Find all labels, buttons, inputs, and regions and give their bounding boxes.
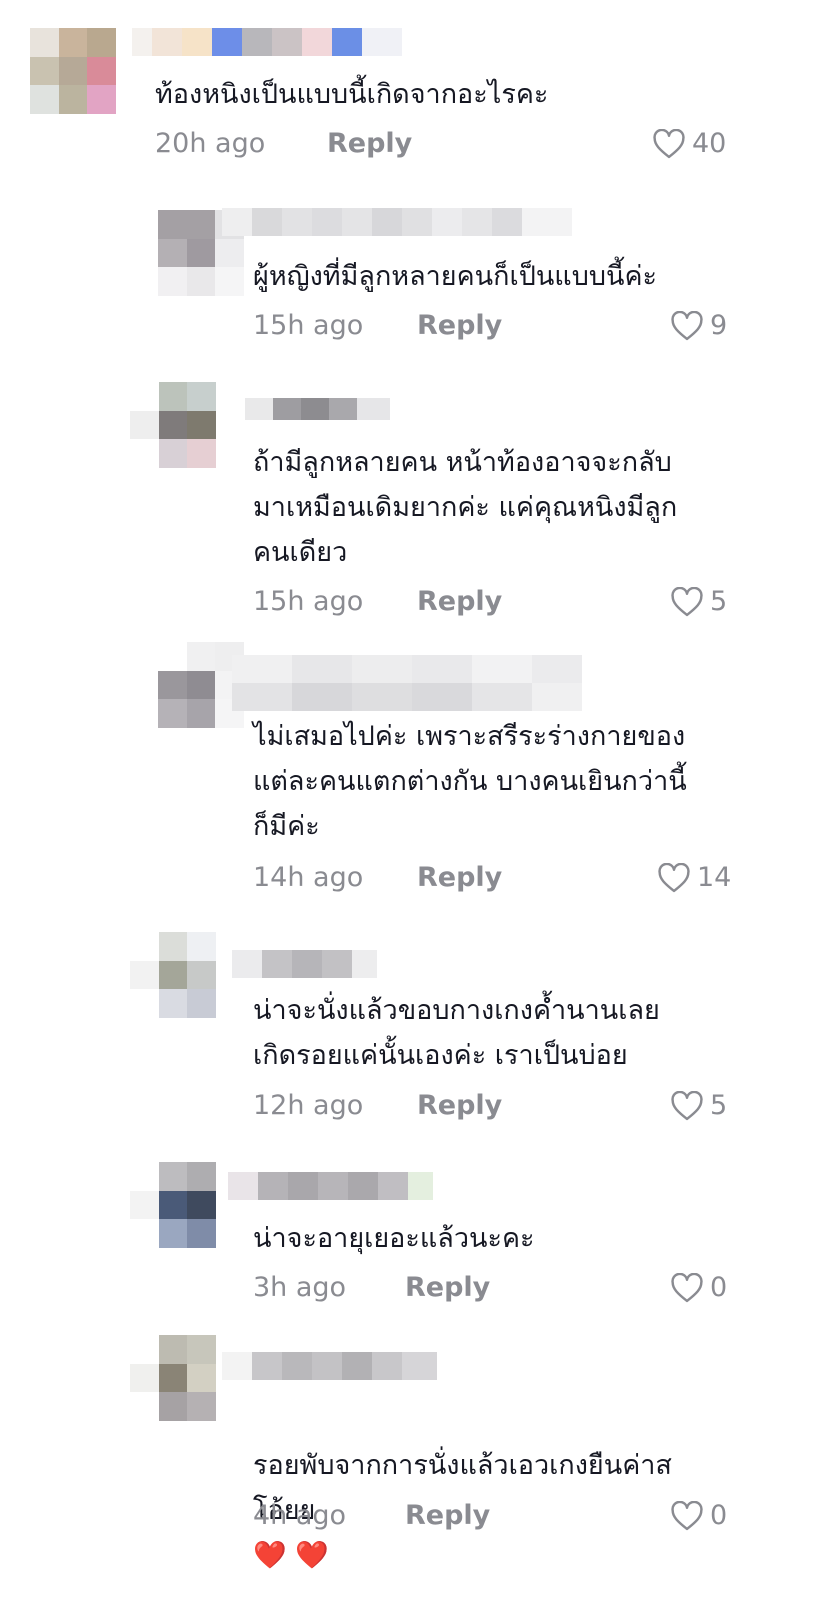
like-count: 0 [710, 1500, 728, 1531]
heart-outline-icon [653, 128, 685, 158]
comment-meta: 3h ago Reply 0 [253, 1272, 743, 1308]
heart-outline-icon [658, 862, 690, 892]
reply-button[interactable]: Reply [417, 310, 502, 341]
username[interactable] [232, 655, 582, 711]
like-button[interactable]: 0 [670, 1272, 727, 1303]
comment-meta: 20h ago Reply 40 [155, 128, 745, 164]
username[interactable] [222, 1352, 457, 1380]
heart-outline-icon [671, 310, 703, 340]
like-count: 0 [710, 1272, 728, 1303]
like-button[interactable]: 5 [670, 1090, 727, 1121]
comment-text: น่าจะนั่งแล้วขอบกางเกงค้ำนานเลย เกิดรอยแ… [253, 995, 660, 1071]
heart-outline-icon [671, 1500, 703, 1530]
comment-text: ไม่เสมอไปค่ะ เพราะสรีระร่างกายของ แต่ละค… [253, 721, 687, 842]
comment-meta: 15h ago Reply 9 [253, 310, 743, 346]
comment-time: 20h ago [155, 128, 266, 159]
avatar[interactable] [130, 932, 216, 1018]
heart-outline-icon [671, 1090, 703, 1120]
comment-time: 14h ago [253, 862, 364, 893]
avatar[interactable] [30, 28, 116, 114]
reply-button[interactable]: Reply [417, 862, 502, 893]
reply-button[interactable]: Reply [417, 1090, 502, 1121]
reply-button[interactable]: Reply [405, 1272, 490, 1303]
avatar[interactable] [130, 1335, 216, 1421]
like-button[interactable]: 14 [657, 862, 731, 893]
like-count: 40 [692, 128, 727, 159]
like-button[interactable]: 40 [652, 128, 726, 159]
comment-time: 4h ago [253, 1500, 347, 1531]
comment-text: รอยพับจากการนั่งแล้วเอวเกงยืนค่าส โอ้ยย … [253, 1398, 672, 1578]
comment-text: น่าจะอายุเยอะแล้วนะคะ [253, 1223, 535, 1254]
like-button[interactable]: 9 [670, 310, 727, 341]
like-count: 14 [697, 862, 732, 893]
username[interactable] [132, 28, 402, 56]
like-count: 9 [710, 310, 728, 341]
comment-time: 12h ago [253, 1090, 364, 1121]
comment-time: 15h ago [253, 310, 364, 341]
username[interactable] [228, 1172, 433, 1200]
comment-meta: 14h ago Reply 14 [253, 862, 743, 898]
heart-outline-icon [671, 586, 703, 616]
comment-meta: 4h ago Reply 0 [253, 1500, 743, 1536]
like-button[interactable]: 5 [670, 586, 727, 617]
comment-meta: 15h ago Reply 5 [253, 586, 743, 622]
comment-meta: 12h ago Reply 5 [253, 1090, 743, 1126]
comment-text: ผู้หญิงที่มีลูกหลายคนก็เป็นแบบนี้ค่ะ [253, 261, 658, 292]
like-count: 5 [710, 1090, 728, 1121]
avatar[interactable] [130, 382, 216, 468]
heart-outline-icon [671, 1272, 703, 1302]
comment-time: 3h ago [253, 1272, 347, 1303]
username[interactable] [245, 398, 390, 420]
reply-button[interactable]: Reply [405, 1500, 490, 1531]
comment-text: ถ้ามีลูกหลายคน หน้าท้องอาจจะกลับ มาเหมือ… [253, 447, 678, 568]
username[interactable] [232, 950, 377, 978]
comment-time: 15h ago [253, 586, 364, 617]
like-count: 5 [710, 586, 728, 617]
reply-button[interactable]: Reply [417, 586, 502, 617]
avatar[interactable] [130, 1162, 216, 1248]
comment-text: ท้องหนิงเป็นแบบนี้เกิดจากอะไรคะ [155, 79, 549, 110]
username[interactable] [222, 208, 572, 236]
reply-button[interactable]: Reply [327, 128, 412, 159]
like-button[interactable]: 0 [670, 1500, 727, 1531]
heart-emoji: ❤️ ❤️ [253, 1540, 329, 1571]
